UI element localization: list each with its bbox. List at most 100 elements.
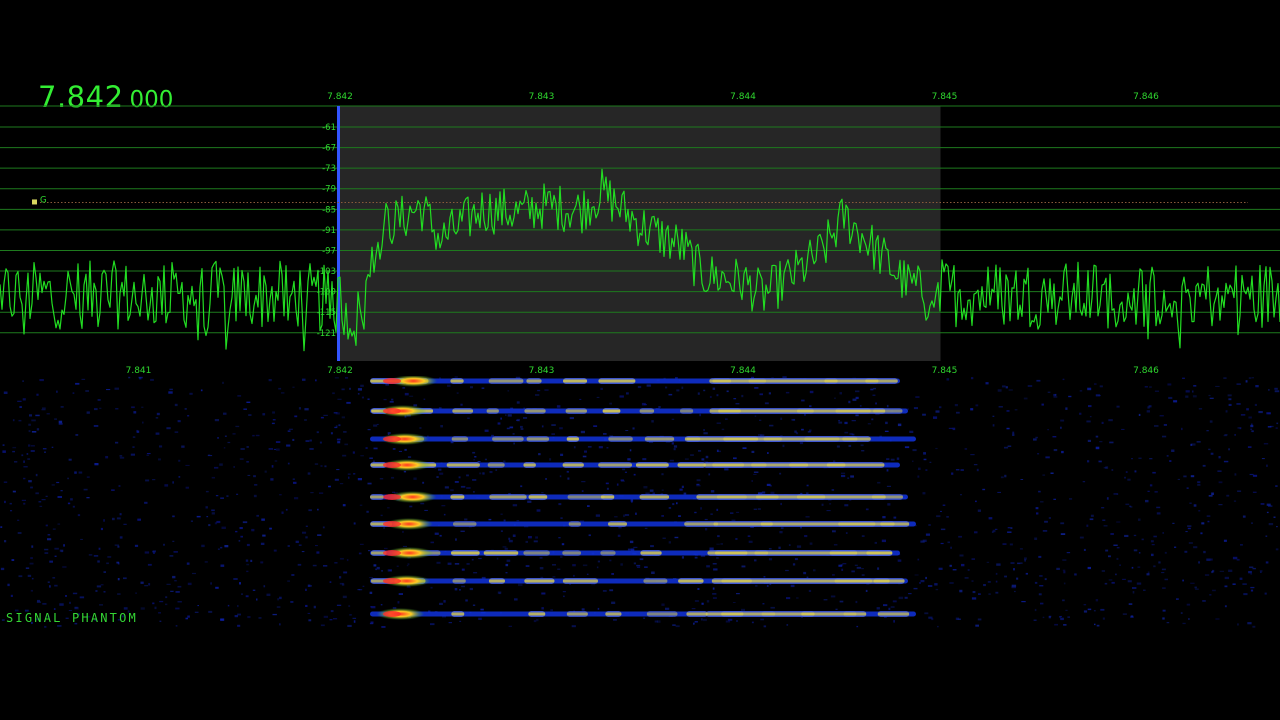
signal-segment	[524, 408, 546, 414]
noise-dot	[851, 433, 855, 436]
noise-dot	[567, 477, 570, 480]
noise-dot	[867, 423, 871, 425]
noise-dot	[242, 521, 248, 524]
noise-dot	[75, 434, 79, 436]
noise-dot	[81, 378, 86, 380]
noise-dot	[137, 518, 141, 521]
noise-dot	[241, 593, 243, 595]
noise-dot	[1136, 582, 1142, 585]
noise-dot	[1089, 416, 1092, 418]
noise-dot	[641, 402, 646, 406]
noise-dot	[1040, 501, 1044, 503]
marker-handle[interactable]	[32, 199, 37, 205]
noise-dot	[1098, 395, 1101, 397]
noise-dot	[119, 455, 123, 457]
noise-dot	[909, 430, 914, 433]
noise-dot	[713, 568, 718, 571]
noise-dot	[673, 445, 678, 448]
noise-dot	[1099, 441, 1103, 443]
noise-dot	[271, 422, 275, 425]
noise-dot	[595, 514, 600, 517]
signal-segment	[488, 378, 524, 384]
noise-dot	[1209, 594, 1212, 596]
noise-dot	[323, 615, 328, 618]
noise-dot	[512, 433, 515, 435]
noise-dot	[305, 525, 308, 527]
tuning-line[interactable]	[337, 106, 340, 361]
signal-onset-core	[383, 408, 401, 414]
noise-dot	[220, 497, 224, 499]
noise-dot	[1161, 568, 1166, 571]
noise-dot	[373, 447, 378, 450]
noise-dot	[172, 540, 175, 542]
noise-dot	[1127, 478, 1131, 481]
noise-dot	[1099, 385, 1103, 388]
noise-dot	[946, 378, 950, 381]
noise-dot	[1004, 474, 1007, 478]
noise-dot	[558, 503, 562, 506]
noise-dot	[799, 442, 804, 445]
noise-dot	[929, 461, 932, 463]
noise-dot	[699, 413, 701, 417]
noise-dot	[178, 459, 181, 462]
noise-dot	[480, 608, 484, 611]
noise-dot	[629, 449, 632, 452]
signal-segment	[568, 521, 581, 527]
noise-dot	[337, 398, 342, 400]
noise-dot	[466, 474, 469, 477]
noise-dot	[507, 414, 512, 417]
noise-dot	[248, 414, 252, 416]
noise-dot	[1025, 572, 1028, 575]
noise-dot	[65, 595, 67, 597]
noise-dot	[875, 402, 877, 405]
noise-dot	[116, 561, 120, 564]
noise-dot	[1190, 582, 1195, 584]
noise-dot	[642, 458, 647, 461]
noise-dot	[1227, 394, 1232, 397]
noise-dot	[516, 418, 520, 422]
noise-dot	[347, 473, 351, 475]
noise-dot	[703, 432, 708, 435]
noise-dot	[189, 392, 193, 395]
noise-dot	[893, 516, 897, 519]
noise-dot	[388, 569, 392, 572]
noise-dot	[214, 466, 219, 469]
spectrum-panel[interactable]: -61-67-73-79-85-91-97-103-109-115-121 G …	[0, 0, 1280, 376]
noise-dot	[605, 482, 609, 485]
noise-dot	[75, 382, 80, 385]
waterfall-panel[interactable]	[0, 376, 1280, 634]
noise-dot	[509, 426, 514, 429]
noise-dot	[616, 483, 619, 486]
noise-dot	[447, 384, 451, 387]
noise-dot	[520, 428, 524, 430]
noise-dot	[1087, 439, 1091, 442]
noise-dot	[443, 513, 446, 516]
noise-dot	[671, 442, 674, 445]
signal-segment	[451, 550, 480, 556]
noise-dot	[1236, 558, 1240, 561]
noise-dot	[725, 418, 728, 420]
noise-dot	[1259, 570, 1263, 572]
noise-dot	[741, 565, 746, 568]
noise-dot	[19, 406, 22, 408]
noise-dot	[31, 545, 34, 548]
noise-dot	[497, 591, 502, 594]
noise-dot	[256, 514, 259, 517]
noise-dot	[190, 520, 193, 522]
noise-dot	[1007, 531, 1012, 533]
noise-dot	[1251, 377, 1254, 379]
noise-dot	[940, 528, 946, 531]
noise-dot	[38, 501, 42, 503]
noise-dot	[460, 403, 463, 406]
noise-dot	[886, 469, 889, 472]
noise-dot	[1186, 487, 1189, 489]
noise-dot	[830, 595, 836, 598]
noise-dot	[560, 517, 563, 519]
noise-dot	[117, 545, 120, 548]
noise-dot	[826, 510, 831, 512]
noise-dot	[951, 472, 954, 475]
noise-dot	[1193, 504, 1197, 507]
noise-dot	[683, 492, 687, 495]
noise-dot	[146, 454, 150, 456]
noise-dot	[1182, 579, 1184, 582]
